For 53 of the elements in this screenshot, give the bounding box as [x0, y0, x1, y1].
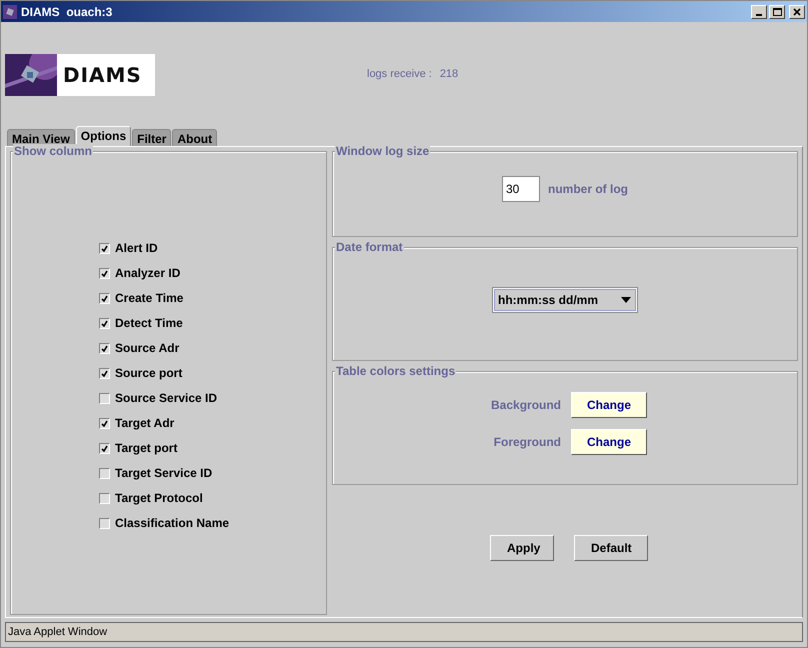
checkbox[interactable]	[99, 518, 110, 528]
apply-button[interactable]: Apply	[490, 535, 554, 561]
window-title: DIAMS ouach:3	[21, 4, 114, 18]
checkbox-label: Source port	[115, 366, 182, 380]
app-icon	[3, 4, 17, 18]
checkbox-label: Classification Name	[115, 516, 230, 530]
minimize-icon	[756, 14, 762, 16]
checkbox-label: Source Adr	[115, 341, 180, 355]
group-title: Date format	[335, 240, 404, 254]
group-title: Window log size	[335, 144, 430, 158]
checkbox-label: Target Service ID	[115, 466, 212, 480]
date-format-dropdown[interactable]: hh:mm:ss dd/mm	[493, 288, 637, 312]
checkbox[interactable]	[99, 392, 110, 404]
logs-label: logs receive :	[367, 68, 432, 80]
checkbox[interactable]	[99, 368, 110, 378]
checkbox-label: Alert ID	[115, 241, 158, 255]
checkbox-label: Detect Time	[115, 316, 183, 330]
change-button[interactable]: Change	[571, 392, 647, 418]
tab[interactable]: Options	[76, 126, 132, 146]
checkbox[interactable]	[99, 342, 110, 354]
checkbox[interactable]	[99, 442, 110, 454]
checkbox[interactable]	[99, 292, 110, 304]
minimize-button[interactable]	[751, 4, 767, 18]
checkbox-label: Create Time	[115, 291, 184, 305]
group-title: Table colors settings	[335, 364, 456, 378]
checkbox[interactable]	[99, 492, 110, 504]
checkbox-label: Analyzer ID	[115, 266, 180, 280]
maximize-button[interactable]	[769, 4, 785, 18]
checkbox[interactable]	[99, 242, 110, 254]
maximize-icon	[772, 6, 782, 16]
field-label: number of log	[548, 182, 628, 196]
checkbox[interactable]	[99, 418, 110, 428]
dropdown-arrow-icon	[621, 297, 631, 303]
checkbox[interactable]	[99, 318, 110, 328]
logo-text: DIAMS	[63, 63, 142, 87]
number-field[interactable]: 30	[502, 176, 540, 202]
tab[interactable]: About	[172, 129, 218, 146]
status-bar: Java Applet Window	[5, 622, 803, 642]
color-label: Background	[491, 398, 561, 412]
checkbox[interactable]	[99, 268, 110, 278]
checkbox-label: Target Protocol	[115, 491, 203, 505]
default-button[interactable]: Default	[574, 535, 648, 561]
checkbox[interactable]	[99, 468, 110, 478]
checkbox-label: Source Service ID	[115, 391, 218, 405]
tab[interactable]: Filter	[132, 129, 172, 146]
change-button[interactable]: Change	[571, 429, 647, 455]
close-icon	[792, 6, 802, 16]
close-button[interactable]	[789, 4, 805, 18]
checkbox-label: Target Adr	[115, 416, 174, 430]
logs-count: 218	[440, 68, 458, 80]
group-title: Show column	[13, 144, 93, 158]
color-label: Foreground	[492, 435, 561, 449]
checkbox-label: Target port	[115, 441, 178, 455]
